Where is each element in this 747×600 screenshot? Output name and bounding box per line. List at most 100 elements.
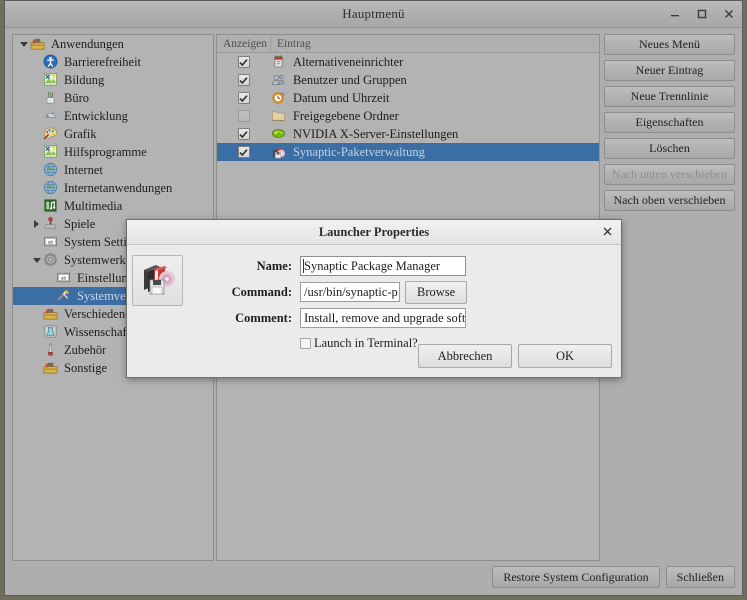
- comment-input[interactable]: Install, remove and upgrade soft: [300, 308, 466, 328]
- show-checkbox-cell[interactable]: [217, 74, 271, 86]
- button-restore-system-configuration[interactable]: Restore System Configuration: [492, 566, 660, 588]
- table-row[interactable]: Benutzer und Gruppen: [217, 71, 599, 89]
- toolbox-icon: [30, 36, 47, 52]
- table-row[interactable]: Synaptic-Paketverwaltung: [216, 143, 599, 161]
- table-row[interactable]: Freigegebene Ordner: [217, 107, 599, 125]
- command-label: Command:: [231, 284, 292, 299]
- dialog-titlebar: Launcher Properties: [127, 220, 621, 245]
- launcher-form: Name: Synaptic Package Manager Command: …: [212, 253, 468, 355]
- show-checkbox-cell[interactable]: [217, 56, 271, 68]
- tree-item-label: Verschiedenes: [64, 306, 136, 321]
- launch-in-terminal-checkbox[interactable]: [300, 337, 311, 349]
- tree-item-bildung[interactable]: Bildung: [13, 71, 213, 89]
- table-row[interactable]: Alternativeneinrichter: [217, 53, 599, 71]
- table-row[interactable]: Datum und Uhrzeit: [217, 89, 599, 107]
- command-input[interactable]: /usr/bin/synaptic-p: [300, 282, 400, 302]
- tree-item-label: Sonstige: [64, 360, 108, 375]
- gear-icon: [43, 252, 60, 268]
- show-checkbox[interactable]: [237, 146, 250, 158]
- settings-icon: ab: [43, 234, 60, 250]
- clock-icon: [271, 90, 288, 106]
- dialog-close-icon[interactable]: [601, 225, 614, 238]
- tree-item-internetanwendungen[interactable]: Internetanwendungen: [13, 179, 213, 197]
- show-checkbox-cell[interactable]: [217, 110, 271, 122]
- dialog-actions: Abbrechen OK: [418, 344, 612, 368]
- education-icon: [43, 144, 60, 160]
- minimize-icon[interactable]: [668, 7, 682, 21]
- settings-icon: ab: [56, 270, 73, 286]
- toolbox-icon: [43, 306, 60, 322]
- button-l-schen[interactable]: Löschen: [604, 138, 735, 159]
- button-neue-trennlinie[interactable]: Neue Trennlinie: [604, 86, 735, 107]
- tree-item-label: Spiele: [64, 216, 96, 231]
- globe-icon: [43, 180, 60, 196]
- globe-icon: [43, 162, 60, 178]
- comment-row: Comment: Install, remove and upgrade sof…: [212, 305, 467, 331]
- tree-item-label: Anwendungen: [51, 36, 124, 51]
- show-checkbox-cell[interactable]: [217, 92, 271, 104]
- tree-item-label: Internetanwendungen: [64, 180, 173, 195]
- games-icon: [43, 216, 60, 232]
- button-neues-men-[interactable]: Neues Menü: [604, 34, 735, 55]
- tree-item-multimedia[interactable]: Multimedia: [13, 197, 213, 215]
- maximize-icon[interactable]: [695, 7, 709, 21]
- tree-item-internet[interactable]: Internet: [13, 161, 213, 179]
- window-title: Hauptmenü: [342, 6, 405, 21]
- command-input-value: /usr/bin/synaptic-p: [304, 284, 398, 299]
- show-checkbox[interactable]: [237, 128, 250, 140]
- show-checkbox[interactable]: [237, 92, 250, 104]
- entry-label: NVIDIA X-Server-Einstellungen: [292, 126, 459, 141]
- launch-in-terminal-label: Launch in Terminal?: [314, 335, 418, 350]
- show-checkbox[interactable]: [237, 74, 250, 86]
- comment-label: Comment:: [235, 310, 292, 325]
- tree-item-grafik[interactable]: Grafik: [13, 125, 213, 143]
- column-header-show[interactable]: Anzeigen: [217, 35, 271, 52]
- tools-icon: [56, 288, 73, 304]
- chevron-down-icon[interactable]: [30, 251, 43, 269]
- browse-button[interactable]: Browse: [405, 280, 468, 304]
- button-neuer-eintrag[interactable]: Neuer Eintrag: [604, 60, 735, 81]
- chevron-down-icon[interactable]: [17, 35, 30, 53]
- tree-item-b-ro[interactable]: Büro: [13, 89, 213, 107]
- button-schlie-en[interactable]: Schließen: [665, 566, 735, 588]
- show-checkbox[interactable]: [237, 56, 250, 68]
- column-header-entry[interactable]: Eintrag: [271, 35, 599, 52]
- nvidia-icon: [271, 126, 288, 142]
- tree-item-hilfsprogramme[interactable]: Hilfsprogramme: [13, 143, 213, 161]
- alternatives-icon: [271, 54, 288, 70]
- svg-text:ab: ab: [48, 239, 54, 244]
- tree-item-anwendungen[interactable]: Anwendungen: [13, 35, 213, 53]
- entry-label: Synaptic-Paketverwaltung: [292, 144, 425, 159]
- button-nach-oben-verschieben[interactable]: Nach oben verschieben: [604, 190, 735, 211]
- chevron-right-icon[interactable]: [30, 215, 43, 233]
- window-controls: [668, 1, 736, 27]
- show-checkbox[interactable]: [237, 110, 250, 122]
- dialog-button-ok[interactable]: OK: [518, 344, 612, 368]
- tree-item-entwicklung[interactable]: Entwicklung: [13, 107, 213, 125]
- show-checkbox-cell[interactable]: [217, 146, 271, 158]
- name-row: Name: Synaptic Package Manager: [212, 253, 467, 279]
- dialog-button-abbrechen[interactable]: Abbrechen: [418, 344, 512, 368]
- svg-text:ab: ab: [61, 275, 67, 280]
- bottom-button-bar: Restore System Configuration Schließen: [12, 566, 735, 588]
- table-row[interactable]: NVIDIA X-Server-Einstellungen: [217, 125, 599, 143]
- entry-label: Alternativeneinrichter: [292, 54, 404, 69]
- tree-item-barrierefreiheit[interactable]: Barrierefreiheit: [13, 53, 213, 71]
- close-icon[interactable]: [722, 7, 736, 21]
- name-input[interactable]: Synaptic Package Manager: [300, 256, 466, 276]
- button-eigenschaften[interactable]: Eigenschaften: [604, 112, 735, 133]
- development-icon: [43, 108, 60, 124]
- folder-icon: [271, 108, 288, 124]
- button-nach-unten-verschieben: Nach unten verschieben: [604, 164, 735, 185]
- launcher-icon-button[interactable]: [132, 255, 183, 306]
- show-checkbox-cell[interactable]: [217, 128, 271, 140]
- tree-item-label: Barrierefreiheit: [64, 54, 142, 69]
